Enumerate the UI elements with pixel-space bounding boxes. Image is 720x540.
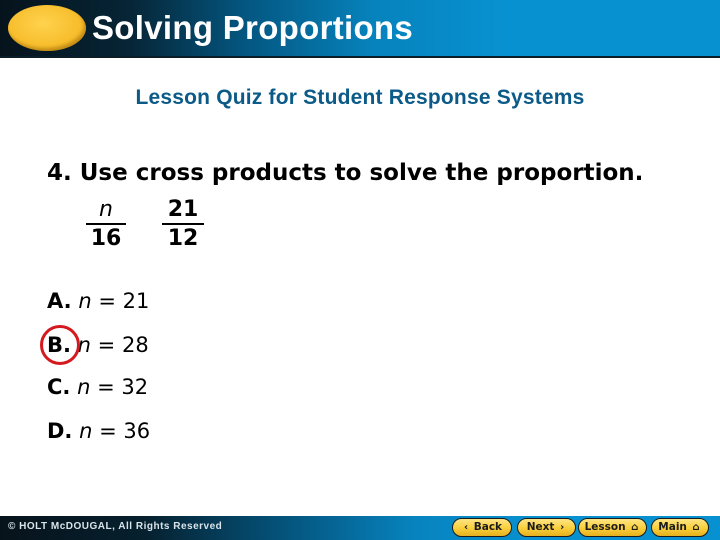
choice-d[interactable]: D. n = 36 [47,417,150,445]
choice-variable: n [78,289,92,313]
main-button-label: Main [658,521,687,533]
choice-a[interactable]: A. n = 21 [47,287,149,315]
choice-equals: = [97,375,115,399]
footer-bar: © HOLT McDOUGAL, All Rights Reserved ‹ B… [0,516,720,540]
back-button-label: Back [473,521,503,533]
choice-value: 21 [122,289,150,313]
lesson-quiz-subtitle: Lesson Quiz for Student Response Systems [135,86,585,109]
chevron-right-icon: › [560,522,565,533]
choice-variable: n [79,419,93,443]
correct-answer-circle [40,325,80,365]
main-button[interactable]: Main ⌂ [651,518,709,537]
header-bar: Solving Proportions [0,0,720,58]
chevron-left-icon: ‹ [463,522,469,533]
lesson-button-label: Lesson [584,521,626,533]
right-numerator: 21 [162,197,204,225]
choice-equals: = [99,419,117,443]
proportion-left-fraction: n 16 [86,197,126,253]
choice-letter: C. [47,375,71,399]
question-text: 4. Use cross products to solve the propo… [47,160,644,186]
home-icon: ⌂ [692,522,700,533]
choice-letter: D. [47,419,73,443]
choice-value: 32 [121,375,149,399]
choice-value: 36 [123,419,151,443]
left-numerator: n [86,197,126,225]
home-icon: ⌂ [631,522,639,533]
choice-equals: = [98,289,116,313]
proportion-right-fraction: 21 12 [162,197,204,253]
next-button[interactable]: Next › [517,518,576,537]
choice-c[interactable]: C. n = 32 [47,373,148,401]
choice-letter: A. [47,289,72,313]
lesson-button[interactable]: Lesson ⌂ [578,518,647,537]
choice-equals: = [97,333,116,357]
next-button-label: Next [526,521,555,533]
page-title: Solving Proportions [92,9,414,46]
left-denominator: 16 [90,226,122,251]
header-oval-logo [8,5,86,51]
back-button[interactable]: ‹ Back [452,518,512,537]
choice-value: 28 [121,333,149,357]
choice-variable: n [77,375,91,399]
copyright-text: © HOLT McDOUGAL, All Rights Reserved [8,521,223,532]
right-denominator: 12 [167,226,199,251]
